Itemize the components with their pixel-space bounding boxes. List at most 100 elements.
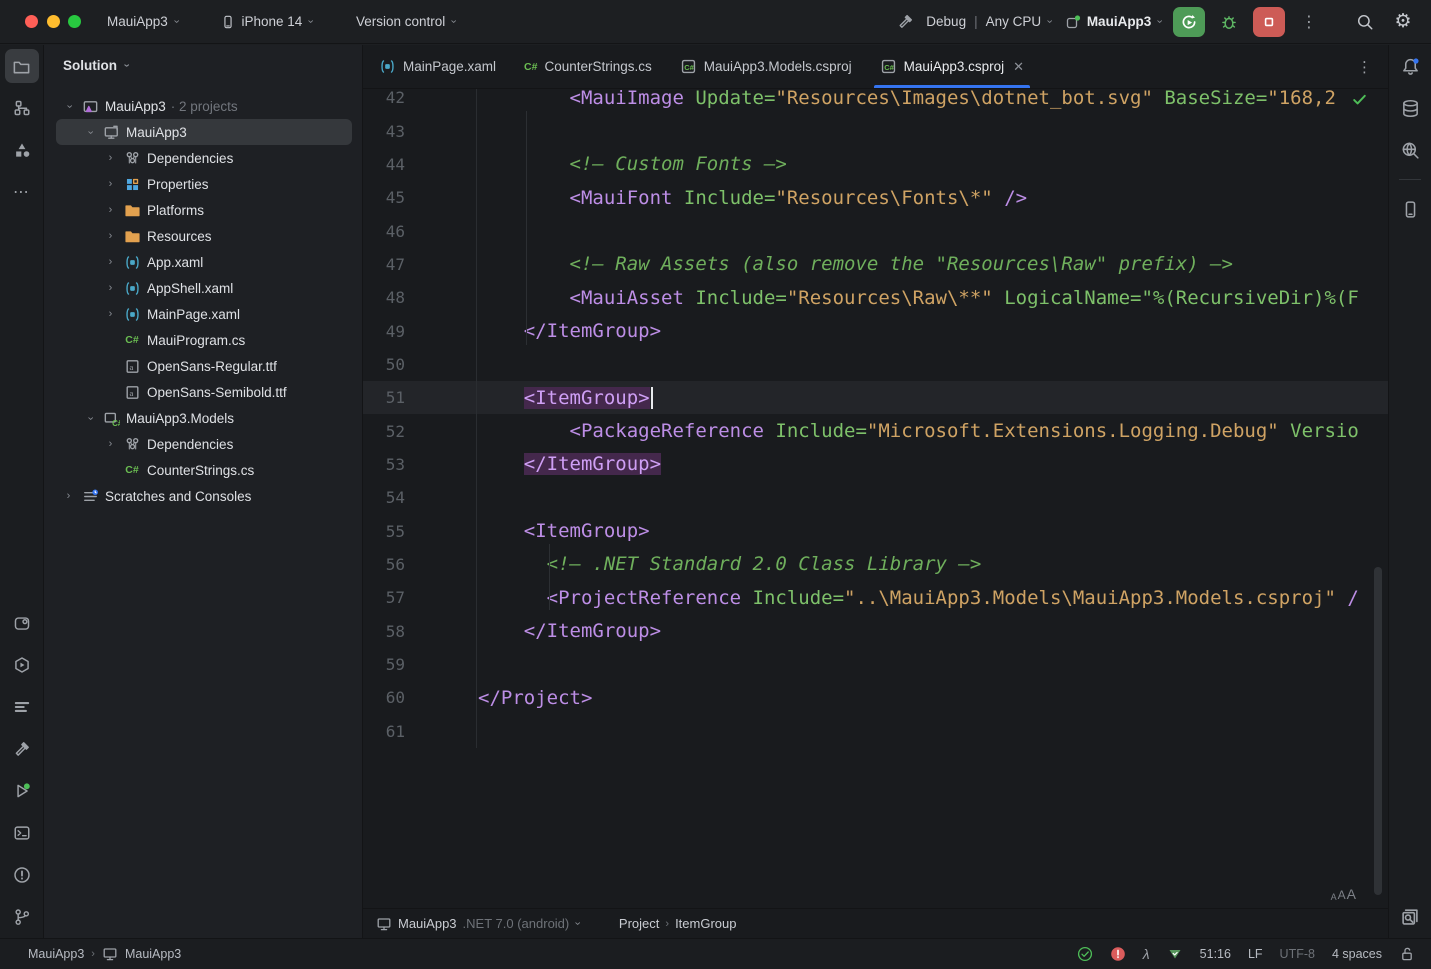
git-icon <box>13 908 31 926</box>
status-lock-open[interactable] <box>1399 946 1415 962</box>
toolwindow-device-manager-button[interactable] <box>1393 192 1427 226</box>
code-line-48: 48<MauiAsset Include="Resources\Raw\**" … <box>363 281 1388 314</box>
chevron-expanded-icon[interactable]: › <box>58 100 79 112</box>
chevron-collapsed-icon[interactable]: › <box>100 230 121 242</box>
status-module[interactable]: MauiApp3 <box>125 947 181 961</box>
status-4-spaces[interactable]: 4 spaces <box>1332 947 1382 961</box>
more-actions-button[interactable]: ⋮ <box>1295 8 1323 36</box>
status-check-ok[interactable] <box>1077 946 1093 962</box>
device-selector[interactable]: iPhone 14 › <box>213 9 319 34</box>
editor-gutter: 47 <box>363 248 477 281</box>
chevron-expanded-icon[interactable]: › <box>79 412 100 424</box>
status-lf[interactable]: LF <box>1248 947 1263 961</box>
breadcrumb-project[interactable]: MauiApp3 <box>398 916 457 931</box>
tab-options-button[interactable]: ⋮ <box>1341 58 1388 76</box>
status-project[interactable]: MauiApp3 <box>28 947 84 961</box>
tree-item-properties[interactable]: ›Properties <box>44 171 362 197</box>
chevron-collapsed-icon[interactable]: › <box>100 204 121 216</box>
tree-item-opensans-semibold-ttf[interactable]: aOpenSans-Semibold.ttf <box>44 379 362 405</box>
tree-item-mauiprogram-cs[interactable]: C#MauiProgram.cs <box>44 327 362 353</box>
highlighting-level-widget[interactable]: AAA <box>1331 886 1356 902</box>
editor-tab-bar: MainPage.xamlC#CounterStrings.csC#MauiAp… <box>363 45 1388 89</box>
breadcrumb-target-framework[interactable]: .NET 7.0 (android) <box>463 916 570 931</box>
tab-label: CounterStrings.cs <box>544 59 651 74</box>
left-activity-bar: ⋯ <box>0 45 44 938</box>
tab-mauiapp3-csproj[interactable]: C#MauiApp3.csproj✕ <box>866 45 1038 88</box>
toolwindow-services-button[interactable] <box>5 648 39 682</box>
vcs-selector[interactable]: Version control › <box>348 9 463 34</box>
tree-item-resources[interactable]: ›Resources <box>44 223 362 249</box>
toolwindow-debugger-button[interactable] <box>5 606 39 640</box>
project-selector[interactable]: MauiApp3 › <box>99 9 185 34</box>
toolwindow-structure-button[interactable] <box>5 91 39 125</box>
toolwindow-problems-button[interactable] <box>5 858 39 892</box>
chevron-collapsed-icon[interactable]: › <box>100 152 121 164</box>
toolwindow-solution-explorer-button[interactable] <box>5 49 39 83</box>
settings-button[interactable]: ⚙ <box>1389 8 1417 36</box>
status-lambda[interactable]: λ <box>1143 946 1150 962</box>
toolwindow-find-in-files-button[interactable] <box>1393 900 1427 934</box>
close-icon[interactable]: ✕ <box>1013 59 1024 75</box>
toolwindow-notifications-button[interactable] <box>1393 49 1427 83</box>
toolwindow-web-search-button[interactable] <box>1393 133 1427 167</box>
status-51-16[interactable]: 51:16 <box>1200 947 1231 961</box>
tree-item-app-xaml[interactable]: ›App.xaml <box>44 249 362 275</box>
inspections-ok-icon[interactable] <box>1351 91 1368 108</box>
config-debug-label: Debug <box>926 14 966 29</box>
toolwindow-run-button[interactable] <box>5 774 39 808</box>
code-line-text: <MauiFont Include="Resources\Fonts\*" /> <box>477 187 1388 209</box>
tree-item-scratches-and-consoles[interactable]: ›Scratches and Consoles <box>44 483 362 509</box>
tab-counterstrings-cs[interactable]: C#CounterStrings.cs <box>510 45 666 88</box>
toolwindow-nuget-button[interactable] <box>5 133 39 167</box>
search-everywhere-button[interactable] <box>1351 8 1379 36</box>
breadcrumb-node-itemgroup[interactable]: ItemGroup <box>675 916 736 931</box>
run-configuration-selector[interactable]: MauiApp3 › <box>1063 9 1163 35</box>
stop-button[interactable] <box>1253 7 1285 37</box>
chevron-expanded-icon[interactable]: › <box>79 126 100 138</box>
tab-mauiapp3-models-csproj[interactable]: C#MauiApp3.Models.csproj <box>666 45 866 88</box>
minimize-window-button[interactable] <box>47 15 60 28</box>
chevron-collapsed-icon[interactable]: › <box>100 256 121 268</box>
chevron-collapsed-icon[interactable]: › <box>100 282 121 294</box>
status-filter-green[interactable] <box>1167 946 1183 962</box>
tree-item-platforms[interactable]: ›Platforms <box>44 197 362 223</box>
chevron-collapsed-icon[interactable]: › <box>58 490 79 502</box>
tree-item-mauiapp3[interactable]: ›MauiApp3· 2 projects <box>44 93 362 119</box>
breadcrumb-node-project[interactable]: Project <box>619 916 659 931</box>
close-window-button[interactable] <box>25 15 38 28</box>
run-config-label: MauiApp3 <box>1087 14 1152 29</box>
tree-item-dependencies[interactable]: ›Dependencies <box>44 145 362 171</box>
tree-item-counterstrings-cs[interactable]: C#CounterStrings.cs <box>44 457 362 483</box>
code-line-text: <PackageReference Include="Microsoft.Ext… <box>477 420 1388 442</box>
chevron-collapsed-icon[interactable]: › <box>100 438 121 450</box>
tree-item-opensans-regular-ttf[interactable]: aOpenSans-Regular.ttf <box>44 353 362 379</box>
fontfile-icon: a <box>124 384 141 401</box>
toolwindow-git-button[interactable] <box>5 900 39 934</box>
chevron-collapsed-icon[interactable]: › <box>100 178 121 190</box>
toolwindow-build-button[interactable] <box>5 732 39 766</box>
toolwindow-terminal-button[interactable] <box>5 816 39 850</box>
explorer-header[interactable]: Solution › <box>44 45 362 85</box>
toolwindow-more-button[interactable]: ⋯ <box>5 175 39 209</box>
status-error-badge[interactable] <box>1110 946 1126 962</box>
code-editor[interactable]: 42<MauiImage Update="Resources\Images\do… <box>363 89 1388 908</box>
line-number: 45 <box>363 188 405 207</box>
code-line-text: <!— Raw Assets (also remove the "Resourc… <box>477 253 1388 275</box>
tree-item-appshell-xaml[interactable]: ›AppShell.xaml <box>44 275 362 301</box>
rerun-button[interactable] <box>1173 7 1205 37</box>
toolwindow-database-button[interactable] <box>1393 91 1427 125</box>
zoom-window-button[interactable] <box>68 15 81 28</box>
tree-item-mauiapp3-models[interactable]: ›C#MauiApp3.Models <box>44 405 362 431</box>
toolwindow-todo-button[interactable] <box>5 690 39 724</box>
debug-button[interactable] <box>1215 8 1243 36</box>
status-utf-8[interactable]: UTF-8 <box>1280 947 1315 961</box>
tree-item-mainpage-xaml[interactable]: ›MainPage.xaml <box>44 301 362 327</box>
tree-item-dependencies[interactable]: ›Dependencies <box>44 431 362 457</box>
tab-mainpage-xaml[interactable]: MainPage.xaml <box>365 45 510 88</box>
editor-scrollbar[interactable] <box>1374 567 1382 895</box>
build-hammer-icon[interactable] <box>897 13 914 30</box>
tree-item-mauiapp3[interactable]: ›MauiApp3 <box>44 119 362 145</box>
solution-configuration-selector[interactable]: Debug | Any CPU › <box>924 9 1053 34</box>
code-line-text: <!— Custom Fonts —> <box>477 153 1388 175</box>
chevron-collapsed-icon[interactable]: › <box>100 308 121 320</box>
